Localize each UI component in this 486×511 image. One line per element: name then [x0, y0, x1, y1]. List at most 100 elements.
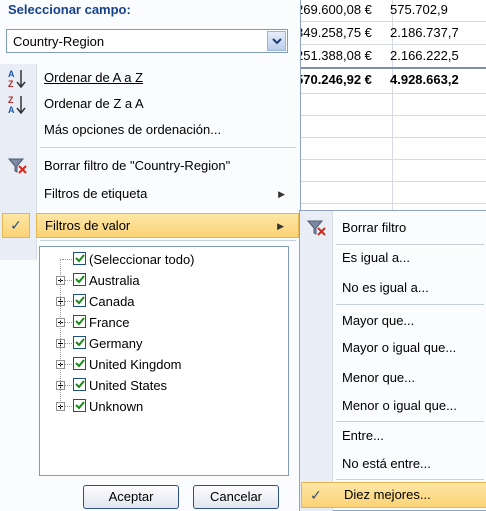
menu-separator: [40, 240, 296, 241]
list-item-label: Australia: [89, 273, 140, 288]
list-item-label: United Kingdom: [89, 357, 182, 372]
list-item-label: United States: [89, 378, 168, 393]
clear-value-filter-label: Borrar filtro: [342, 220, 407, 235]
not-between-item[interactable]: No está entre...: [342, 452, 486, 476]
sort-z-to-a-item[interactable]: Ordenar de Z a A: [36, 92, 299, 116]
list-item[interactable]: Australia: [40, 270, 288, 291]
field-select[interactable]: Country-Region: [6, 29, 288, 53]
clear-filter-icon: [305, 216, 329, 240]
greater-than-label: Mayor que...: [342, 313, 415, 328]
list-item-label: Canada: [89, 294, 135, 309]
field-select-value: Country-Region: [13, 34, 105, 49]
menu-separator: [336, 244, 484, 245]
list-item-label: France: [89, 315, 130, 330]
table-row: 251.388,08 €2.166.222,5: [296, 45, 482, 67]
grid-row-line: [296, 137, 486, 138]
greater-than-item[interactable]: Mayor que...: [342, 309, 486, 333]
svg-text:A: A: [8, 69, 15, 79]
menu-icon-column: [300, 211, 333, 511]
tree-line: [65, 343, 72, 344]
checkbox[interactable]: [73, 294, 86, 307]
clear-filter-item[interactable]: Borrar filtro de "Country-Region": [36, 154, 299, 178]
cell[interactable]: 575.702,9: [390, 0, 482, 21]
not-equals-label: No es igual a...: [342, 280, 429, 295]
menu-separator: [336, 479, 484, 480]
tree-line: [65, 406, 72, 407]
grid-row-line: [296, 203, 486, 204]
less-or-equal-label: Menor o igual que...: [342, 398, 457, 413]
less-than-label: Menor que...: [342, 370, 415, 385]
checkbox[interactable]: [73, 336, 86, 349]
top-ten-label: Diez mejores...: [344, 487, 431, 502]
list-item[interactable]: Canada: [40, 291, 288, 312]
more-sort-options-label: Más opciones de ordenación...: [44, 122, 222, 137]
label-filters-item[interactable]: Filtros de etiqueta ▶: [36, 182, 299, 206]
cell[interactable]: 349.258,75 €: [296, 22, 390, 44]
not-equals-item[interactable]: No es igual a...: [342, 276, 486, 300]
submenu-arrow-icon: ▶: [278, 189, 285, 199]
menu-separator: [40, 147, 296, 148]
svg-text:Z: Z: [8, 79, 14, 89]
checkbox[interactable]: [73, 315, 86, 328]
list-item-select-all[interactable]: (Seleccionar todo): [40, 249, 288, 270]
list-item[interactable]: Unknown: [40, 396, 288, 417]
sort-z-to-a-label: Ordenar de Z a A: [44, 96, 144, 111]
tree-line: [65, 280, 72, 281]
check-icon: ✓: [310, 487, 322, 503]
menu-separator: [336, 421, 484, 422]
cell[interactable]: 2.186.737,7: [390, 22, 482, 44]
value-checklist[interactable]: (Seleccionar todo) Australia Canada Fran…: [39, 246, 289, 476]
between-item[interactable]: Entre...: [342, 424, 486, 448]
sort-a-to-z-item[interactable]: Ordenar de A a Z: [36, 66, 299, 90]
between-label: Entre...: [342, 428, 384, 443]
autofilter-dropdown: Seleccionar campo: Country-Region A Z Or…: [0, 0, 301, 511]
checkbox[interactable]: [73, 378, 86, 391]
list-item[interactable]: United States: [40, 375, 288, 396]
cell[interactable]: 251.388,08 €: [296, 45, 390, 67]
less-or-equal-item[interactable]: Menor o igual que...: [342, 394, 486, 418]
label-filters-label: Filtros de etiqueta: [44, 186, 148, 201]
accept-button[interactable]: Aceptar: [83, 485, 179, 509]
checkbox[interactable]: [73, 357, 86, 370]
svg-text:A: A: [8, 105, 15, 115]
select-field-header: Seleccionar campo:: [8, 2, 131, 17]
tree-line: [65, 385, 72, 386]
value-filters-item[interactable]: Filtros de valor ▶: [36, 213, 299, 238]
submenu-arrow-icon: ▶: [277, 221, 284, 231]
list-item[interactable]: France: [40, 312, 288, 333]
clear-value-filter-item[interactable]: Borrar filtro: [342, 216, 486, 240]
table-row: 269.600,08 €575.702,9: [296, 0, 482, 21]
clear-filter-label: Borrar filtro de "Country-Region": [44, 158, 231, 173]
grid-row-line: [296, 181, 486, 182]
less-than-item[interactable]: Menor que...: [342, 366, 486, 390]
clear-filter-icon: [6, 154, 30, 178]
check-icon: ✓: [2, 213, 30, 238]
value-filters-submenu: Borrar filtro Es igual a... No es igual …: [299, 210, 486, 511]
sort-a-to-z-label: Ordenar de A a Z: [44, 70, 144, 85]
cell[interactable]: 4.928.663,2: [390, 69, 482, 91]
cell[interactable]: 2.166.222,5: [390, 45, 482, 67]
not-between-label: No está entre...: [342, 456, 431, 471]
cancel-button[interactable]: Cancelar: [193, 485, 279, 509]
svg-text:Z: Z: [8, 95, 14, 105]
cell[interactable]: 269.600,08 €: [296, 0, 390, 21]
sort-ascending-icon: A Z: [6, 67, 30, 91]
greater-or-equal-item[interactable]: Mayor o igual que...: [342, 336, 486, 360]
more-sort-options-item[interactable]: Más opciones de ordenación...: [36, 118, 299, 142]
grid-row-line: [296, 115, 486, 116]
tree-line: [65, 364, 72, 365]
sort-descending-icon: Z A: [6, 93, 30, 117]
grid-row-line: [296, 159, 486, 160]
list-item[interactable]: Germany: [40, 333, 288, 354]
table-row: 349.258,75 €2.186.737,7: [296, 22, 482, 44]
value-filters-label: Filtros de valor: [45, 218, 131, 233]
list-item[interactable]: United Kingdom: [40, 354, 288, 375]
list-item-label: Unknown: [89, 399, 144, 414]
list-item-label: (Seleccionar todo): [89, 252, 195, 267]
chevron-down-icon[interactable]: [267, 31, 286, 51]
equals-item[interactable]: Es igual a...: [342, 246, 486, 270]
cell[interactable]: 570.246,92 €: [296, 69, 390, 91]
checkbox[interactable]: [73, 252, 86, 265]
checkbox[interactable]: [73, 399, 86, 412]
checkbox[interactable]: [73, 273, 86, 286]
